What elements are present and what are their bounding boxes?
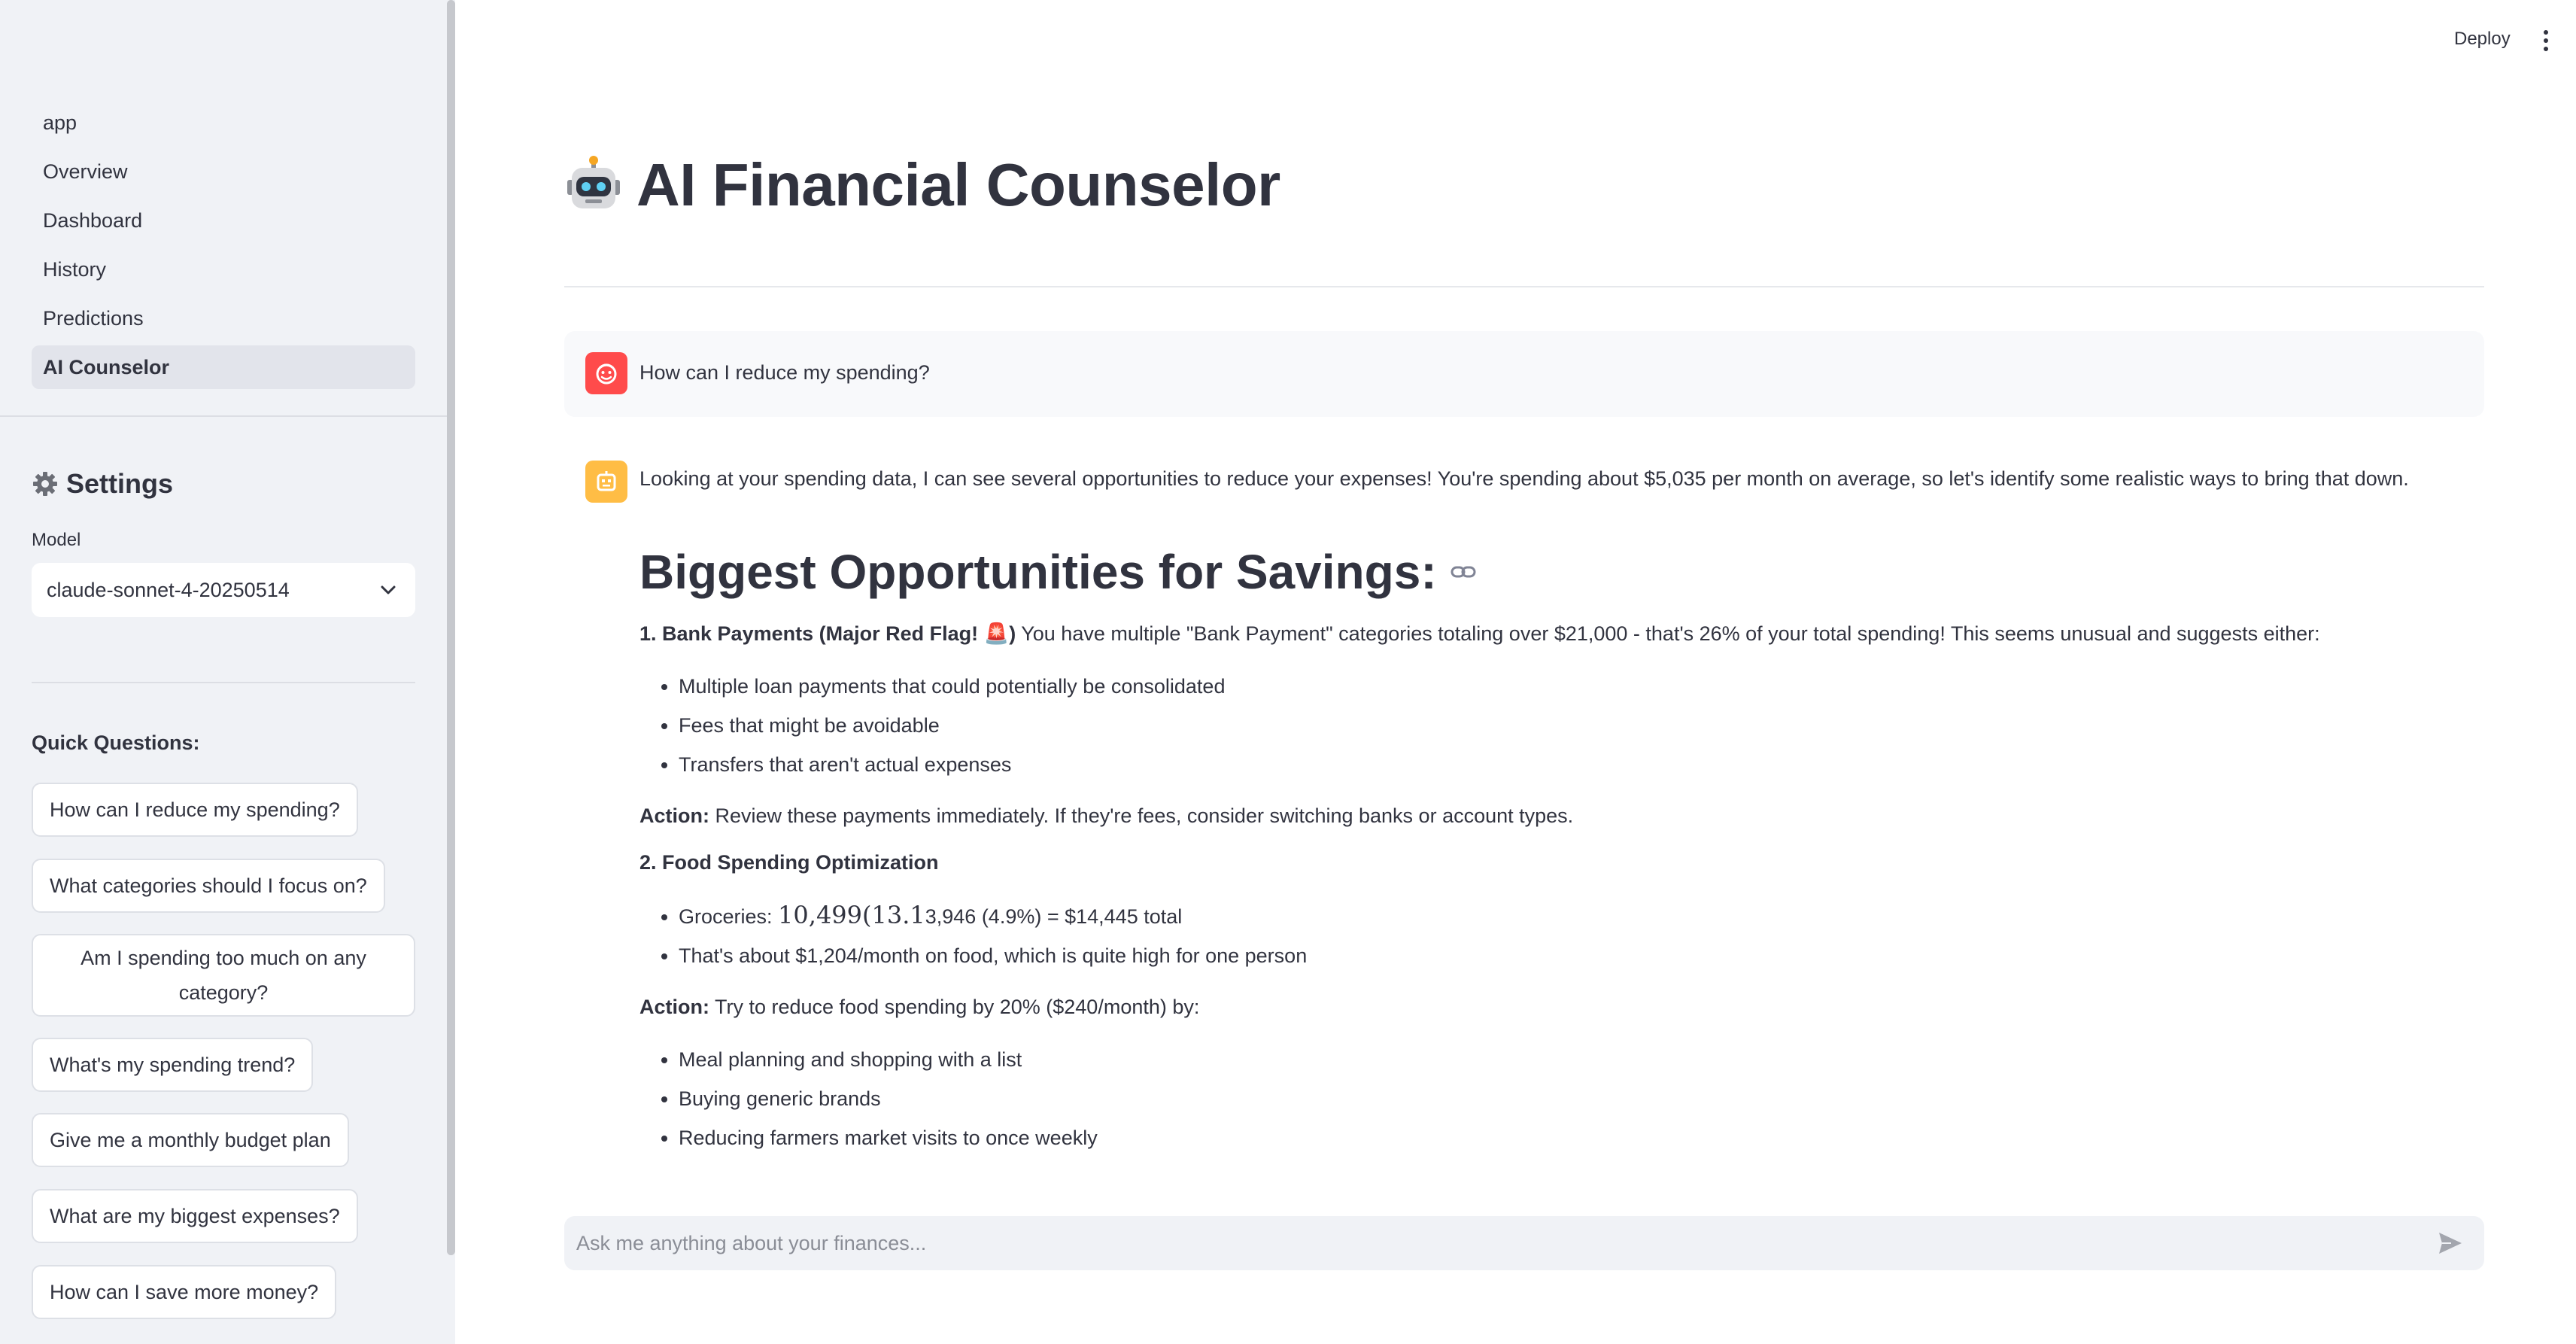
assistant-message: Looking at your spending data, I can see… — [639, 464, 2475, 1157]
robot-icon — [597, 471, 616, 491]
list-item: Multiple loan payments that could potent… — [679, 667, 2475, 706]
list-item: Buying generic brands — [679, 1079, 2475, 1118]
section-bank-payments: 1. Bank Payments (Major Red Flag! 🚨) You… — [639, 619, 2475, 649]
groceries-suffix: 3,946 (4.9%) = $14,445 total — [925, 905, 1183, 928]
sidebar: app Overview Dashboard History Predictio… — [0, 0, 455, 1344]
model-select[interactable]: claude-sonnet-4-20250514 — [32, 563, 415, 617]
deploy-button[interactable]: Deploy — [2454, 29, 2511, 50]
bullet-list: Meal planning and shopping with a list B… — [639, 1040, 2475, 1157]
robot-icon — [567, 156, 620, 208]
user-message-text: How can I reduce my spending? — [639, 361, 930, 384]
action-text: Try to reduce food spending by 20% ($240… — [709, 996, 1200, 1018]
section-text: You have multiple "Bank Payment" categor… — [1016, 622, 2320, 645]
user-avatar — [585, 352, 627, 394]
nav-item-history[interactable]: History — [32, 248, 415, 291]
sidebar-nav: app Overview Dashboard History Predictio… — [32, 101, 415, 394]
list-item: Fees that might be avoidable — [679, 706, 2475, 745]
model-label: Model — [32, 530, 81, 550]
title-divider — [564, 286, 2484, 287]
quick-question-button[interactable]: Am I spending too much on any category? — [32, 934, 415, 1017]
section-food: 2. Food Spending Optimization — [639, 847, 2475, 877]
assistant-heading-text: Biggest Opportunities for Savings: — [639, 545, 1437, 599]
action-label: Action: — [639, 804, 709, 827]
list-item: Meal planning and shopping with a list — [679, 1040, 2475, 1079]
send-icon[interactable] — [2438, 1231, 2463, 1255]
groceries-math: 10,499(13.1 — [778, 901, 925, 929]
sidebar-divider — [32, 682, 415, 683]
list-item: Transfers that aren't actual expenses — [679, 745, 2475, 784]
nav-item-app[interactable]: app — [32, 101, 415, 144]
settings-heading: Settings — [32, 468, 173, 500]
action-paragraph: Action: Review these payments immediatel… — [639, 801, 2475, 831]
assistant-intro: Looking at your spending data, I can see… — [639, 467, 2409, 490]
page-title-text: AI Financial Counselor — [636, 151, 1280, 218]
page-title: AI Financial Counselor — [564, 151, 1280, 220]
quick-question-button[interactable]: How can I reduce my spending? — [32, 783, 358, 837]
sidebar-scrollbar[interactable] — [447, 0, 455, 1255]
nav-item-ai-counselor[interactable]: AI Counselor — [32, 345, 415, 389]
nav-item-dashboard[interactable]: Dashboard — [32, 199, 415, 242]
link-icon[interactable] — [1449, 558, 1478, 586]
action-text: Review these payments immediately. If th… — [709, 804, 1574, 827]
nav-item-predictions[interactable]: Predictions — [32, 296, 415, 340]
nav-item-overview[interactable]: Overview — [32, 150, 415, 193]
settings-title: Settings — [66, 468, 174, 499]
bullet-list: Groceries: 10,499(13.13,946 (4.9%) = $14… — [639, 895, 2475, 975]
quick-question-button[interactable]: What categories should I focus on? — [32, 859, 385, 913]
quick-question-button[interactable]: How can I save more money? — [32, 1265, 337, 1319]
chevron-down-icon — [381, 585, 396, 594]
list-item: Reducing farmers market visits to once w… — [679, 1118, 2475, 1157]
chat-input-bar — [564, 1216, 2484, 1270]
groceries-prefix: Groceries: — [679, 905, 779, 928]
bullet-list: Multiple loan payments that could potent… — [639, 667, 2475, 784]
section-title: 2. Food Spending Optimization — [639, 851, 939, 874]
quick-questions-heading: Quick Questions: — [32, 731, 200, 754]
quick-question-button[interactable]: What are my biggest expenses? — [32, 1189, 358, 1243]
quick-question-button[interactable]: Give me a monthly budget plan — [32, 1113, 349, 1167]
section-title: 1. Bank Payments (Major Red Flag! 🚨) — [639, 622, 1016, 645]
list-item: Groceries: 10,499(13.13,946 (4.9%) = $14… — [679, 895, 2475, 936]
action-label: Action: — [639, 996, 709, 1018]
quick-question-button[interactable]: What's my spending trend? — [32, 1038, 314, 1092]
main-menu-icon[interactable] — [2544, 30, 2550, 51]
assistant-avatar — [585, 461, 627, 503]
sidebar-divider — [0, 415, 447, 417]
action-paragraph: Action: Try to reduce food spending by 2… — [639, 992, 2475, 1022]
user-face-icon — [596, 363, 617, 385]
model-select-value: claude-sonnet-4-20250514 — [47, 578, 290, 601]
assistant-heading: Biggest Opportunities for Savings: — [639, 542, 2475, 602]
gear-icon — [33, 472, 57, 496]
chat-input[interactable] — [575, 1230, 2383, 1256]
list-item: That's about $1,204/month on food, which… — [679, 936, 2475, 975]
